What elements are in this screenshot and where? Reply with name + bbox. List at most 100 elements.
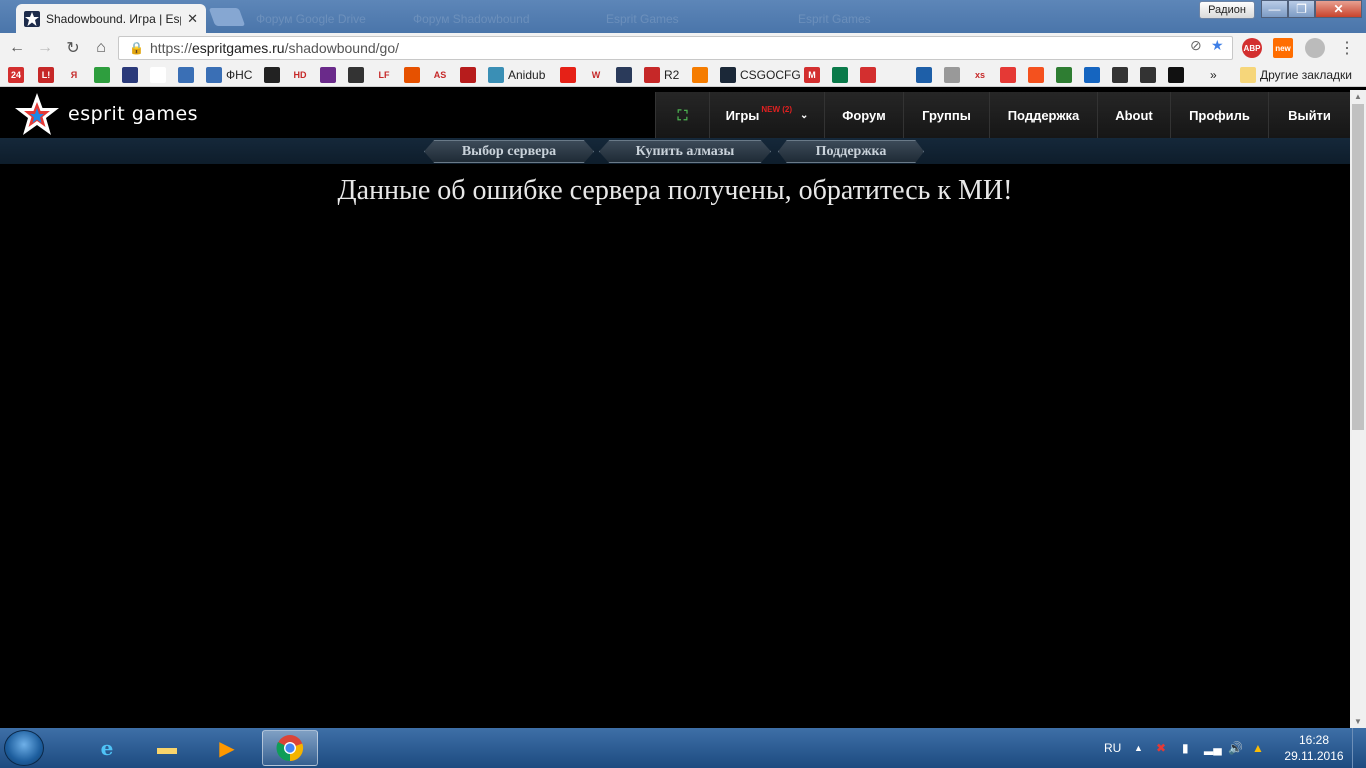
bookmark-item[interactable] (1028, 66, 1048, 84)
bookmark-item[interactable]: AS (432, 66, 452, 84)
support-button[interactable]: Поддержка (778, 140, 924, 163)
bookmark-item[interactable] (1140, 66, 1160, 84)
fullscreen-button[interactable]: ⛶ (655, 92, 709, 138)
bookmark-item[interactable] (348, 66, 368, 84)
bookmark-item[interactable] (1084, 66, 1104, 84)
bookmark-item[interactable]: 24 (8, 66, 28, 84)
bookmark-item[interactable] (150, 66, 170, 84)
show-hidden-icons[interactable]: ▲ (1134, 728, 1143, 768)
bookmark-favicon-icon (692, 67, 708, 83)
tab-close-icon[interactable]: ✕ (187, 11, 198, 27)
blocked-cookies-icon[interactable]: ⊘ (1190, 37, 1202, 54)
bookmark-label: ФНС (226, 68, 253, 82)
start-button[interactable] (4, 730, 44, 766)
tab-inactive[interactable]: Форум Shadowbound (405, 4, 585, 33)
show-desktop-button[interactable] (1352, 728, 1366, 768)
buy-diamonds-button[interactable]: Купить алмазы (599, 140, 771, 163)
bookmarks-overflow-button[interactable]: » (1210, 66, 1217, 84)
nav-groups[interactable]: Группы (903, 92, 989, 138)
bookmark-item[interactable] (1056, 66, 1076, 84)
internet-explorer-icon[interactable]: e (80, 730, 134, 766)
bookmark-item[interactable]: R2 (644, 66, 679, 84)
nav-games[interactable]: Игры NEW (2) ⌄ (709, 92, 824, 138)
bookmark-star-icon[interactable]: ★ (1211, 37, 1224, 54)
bookmark-favicon-icon (320, 67, 336, 83)
scroll-down-icon[interactable]: ▼ (1354, 717, 1362, 726)
bookmark-item[interactable] (692, 66, 712, 84)
bookmark-item[interactable] (916, 66, 936, 84)
tab-active[interactable]: Shadowbound. Игра | Espr ✕ (16, 4, 206, 33)
bookmark-item[interactable] (404, 66, 424, 84)
profile-badge[interactable]: Радион (1199, 1, 1255, 19)
bookmark-item[interactable]: M (804, 66, 824, 84)
bookmark-item[interactable] (860, 66, 880, 84)
bookmark-item[interactable] (1112, 66, 1132, 84)
file-explorer-icon[interactable]: ▬ (140, 730, 194, 766)
nav-support[interactable]: Поддержка (989, 92, 1097, 138)
nav-logout[interactable]: Выйти (1268, 92, 1350, 138)
google-drive-icon[interactable]: ▲ (1252, 728, 1264, 768)
bookmark-item[interactable] (122, 66, 142, 84)
bookmark-item[interactable]: ФНС (206, 66, 252, 84)
battery-icon[interactable]: ▮ (1182, 728, 1189, 768)
chrome-taskbar-button[interactable] (262, 730, 318, 766)
bookmark-item[interactable]: HD (292, 66, 312, 84)
network-error-icon[interactable]: ✖ (1156, 728, 1166, 768)
bookmark-item[interactable]: Я (66, 66, 86, 84)
media-player-icon[interactable]: ▶ (200, 730, 254, 766)
bookmark-item[interactable] (888, 66, 908, 84)
home-button[interactable]: ⌂ (90, 37, 112, 59)
page-scrollbar[interactable]: ▲ ▼ (1350, 90, 1366, 728)
chrome-icon (276, 735, 304, 762)
bookmark-item[interactable]: L! (38, 66, 58, 84)
drive-icon[interactable] (1305, 38, 1325, 58)
reload-button[interactable]: ↻ (62, 37, 84, 59)
new-tab-button[interactable] (208, 8, 246, 26)
signal-icon[interactable]: ▂▄ (1204, 728, 1222, 768)
other-bookmarks-folder[interactable]: Другие закладки (1240, 66, 1352, 84)
system-clock[interactable]: 16:28 29.11.2016 (1282, 732, 1346, 764)
bookmark-item[interactable] (178, 66, 198, 84)
scroll-up-icon[interactable]: ▲ (1354, 92, 1362, 101)
adblock-icon[interactable]: ABP (1242, 38, 1262, 58)
bookmark-item[interactable]: LF (376, 66, 396, 84)
bookmark-item[interactable]: W (588, 66, 608, 84)
nav-games-label: Игры (725, 107, 760, 123)
bookmark-item[interactable] (832, 66, 852, 84)
nav-forum[interactable]: Форум (824, 92, 903, 138)
close-window-button[interactable]: ✕ (1315, 0, 1362, 18)
tab-inactive[interactable]: Esprit Games (598, 4, 783, 33)
bookmark-item[interactable] (264, 66, 284, 84)
menu-icon[interactable]: ⋮ (1336, 37, 1358, 59)
bookmark-item[interactable]: CSGOCFG (720, 66, 801, 84)
url-host: espritgames.ru (191, 40, 285, 56)
bookmark-item[interactable] (1168, 66, 1188, 84)
nav-about[interactable]: About (1097, 92, 1170, 138)
nav-label: Выйти (1288, 107, 1331, 123)
new-extension-icon[interactable]: new (1273, 38, 1293, 58)
back-button[interactable]: ← (6, 37, 28, 59)
bookmark-item[interactable]: xs (972, 66, 992, 84)
forward-button[interactable]: → (34, 37, 56, 59)
bookmark-item[interactable] (94, 66, 114, 84)
bookmark-item[interactable] (460, 66, 480, 84)
scrollbar-thumb[interactable] (1352, 104, 1364, 430)
bookmark-item[interactable] (944, 66, 964, 84)
nav-profile[interactable]: Профиль (1170, 92, 1268, 138)
bookmark-item[interactable]: Anidub (488, 66, 545, 84)
bookmark-item[interactable] (616, 66, 636, 84)
bookmark-favicon-icon (404, 67, 420, 83)
bookmark-item[interactable] (560, 66, 580, 84)
bookmark-favicon-icon (488, 67, 504, 83)
language-indicator[interactable]: RU (1104, 728, 1121, 768)
minimize-button[interactable]: — (1261, 0, 1288, 18)
bookmark-item[interactable] (1000, 66, 1020, 84)
esprit-logo[interactable]: esprit games (14, 92, 198, 136)
maximize-button[interactable]: ❐ (1288, 0, 1315, 18)
volume-icon[interactable]: 🔊 (1228, 728, 1243, 768)
bookmark-item[interactable] (320, 66, 340, 84)
tab-inactive[interactable]: Форум Google Drive (248, 4, 398, 33)
tab-inactive[interactable]: Esprit Games (790, 4, 980, 33)
select-server-button[interactable]: Выбор сервера (424, 140, 594, 163)
address-bar[interactable]: 🔒 https:// espritgames.ru /shadowbound/g… (118, 36, 1233, 60)
